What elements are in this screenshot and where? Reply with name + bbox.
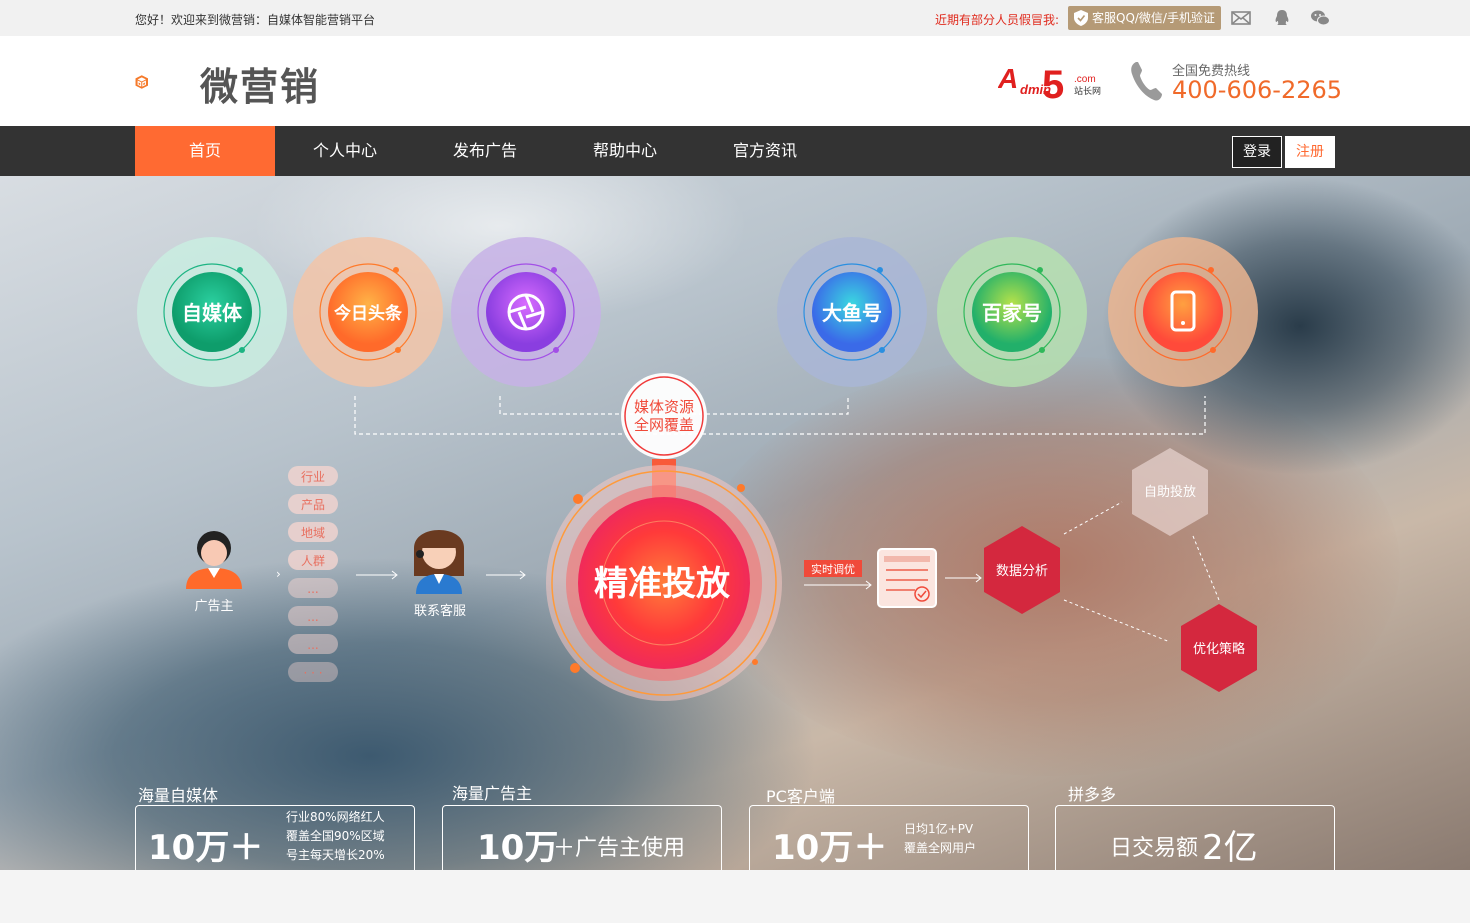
hex-self-service[interactable]: 自助投放 xyxy=(1132,448,1208,536)
hotline-number: 400-606-2265 xyxy=(1172,76,1343,104)
svg-text:5: 5 xyxy=(1042,63,1064,104)
center-label: 精准投放 xyxy=(594,564,730,604)
svg-text:...: ... xyxy=(307,610,318,624)
tag-list: 行业 产品 地域 人群 ... ... ... · · · xyxy=(288,466,338,682)
stat-line: 覆盖全国90%区域 xyxy=(286,829,385,843)
svg-text:自助投放: 自助投放 xyxy=(1144,484,1196,500)
svg-text:›: › xyxy=(276,567,281,581)
nav-item-publish[interactable]: 发布广告 xyxy=(415,126,555,176)
svg-text:A: A xyxy=(998,63,1018,94)
phone-icon xyxy=(1131,62,1162,101)
stat-value-1: 10万＋ xyxy=(148,828,264,868)
verify-button[interactable]: 客服QQ/微信/手机验证 xyxy=(1068,6,1221,30)
nav-item-help[interactable]: 帮助中心 xyxy=(555,126,695,176)
stat-value-2: 10万 xyxy=(477,828,559,868)
svg-text:...: ... xyxy=(307,582,318,596)
platform-dayuhao[interactable]: 大鱼号 xyxy=(777,237,927,387)
verify-label: 客服QQ/微信/手机验证 xyxy=(1092,11,1215,25)
nav-item-news[interactable]: 官方资讯 xyxy=(695,126,835,176)
report-icon xyxy=(877,548,937,608)
svg-text:地域: 地域 xyxy=(301,526,325,540)
stat-box-3: 10万＋ 日均1亿+PV 覆盖全网用户 xyxy=(749,805,1029,870)
register-button[interactable]: 注册 xyxy=(1285,136,1335,168)
service-figure: 联系客服 xyxy=(414,530,466,619)
mail-icon[interactable] xyxy=(1231,8,1251,28)
logo-text[interactable]: 微营销 xyxy=(200,56,320,111)
platform-baijiahao[interactable]: 百家号 xyxy=(937,237,1087,387)
shield-icon xyxy=(1074,10,1088,26)
logo-icon[interactable] xyxy=(135,54,187,110)
stat-box-2: 10万 ＋广告主使用 xyxy=(442,805,722,870)
stat-value-4: 2亿 xyxy=(1202,828,1258,868)
stat-line: 覆盖全网用户 xyxy=(904,841,977,855)
a5-partner-logo[interactable]: A dmin 5 .com 站长网 xyxy=(998,60,1110,104)
nav-item-home[interactable]: 首页 xyxy=(135,126,275,176)
advertiser-figure: 广告主 xyxy=(186,531,242,614)
realtime-label: 实时调优 xyxy=(811,562,855,576)
warning-text: 近期有部分人员假冒我: xyxy=(935,13,1060,27)
hero-banner: 自媒体 今日头条 大鱼号 百家号 媒体资源 全网覆盖 精准投放 广告主 › 行业… xyxy=(0,176,1470,870)
hex-data-analysis[interactable]: 数据分析 xyxy=(984,526,1060,614)
platform-label-baijiahao: 百家号 xyxy=(982,301,1042,325)
svg-text:优化策略: 优化策略 xyxy=(1193,641,1245,657)
stat-label-1: 海量自媒体 xyxy=(138,786,219,805)
stat-box-1: 10万＋ 行业80%网络红人 覆盖全国90%区域 号主每天增长20% xyxy=(135,805,415,870)
svg-text:· · ·: · · · xyxy=(303,666,322,680)
platform-mobile[interactable] xyxy=(1108,237,1258,387)
stat-prefix-4: 日交易额 xyxy=(1110,836,1199,861)
platform-label-dayuhao: 大鱼号 xyxy=(822,301,882,325)
a5-com: .com xyxy=(1074,74,1096,85)
platform-label-toutiao: 今日头条 xyxy=(334,303,403,324)
stat-line: 号主每天增长20% xyxy=(286,848,385,862)
hex-optimize[interactable]: 优化策略 xyxy=(1181,604,1257,692)
service-label: 联系客服 xyxy=(414,603,466,619)
svg-text:人群: 人群 xyxy=(301,554,325,568)
platform-toutiao[interactable]: 今日头条 xyxy=(293,237,443,387)
stat-suffix-2: ＋广告主使用 xyxy=(553,836,686,861)
welcome-text: 您好！欢迎来到微营销：自媒体智能营销平台 xyxy=(135,13,376,27)
stat-line: 行业80%网络红人 xyxy=(286,810,385,824)
hub-label-2: 全网覆盖 xyxy=(634,416,694,434)
stat-label-3: PC客户端 xyxy=(766,787,835,806)
login-button[interactable]: 登录 xyxy=(1232,136,1282,168)
hub-label-1: 媒体资源 xyxy=(634,398,694,416)
nav-item-personal[interactable]: 个人中心 xyxy=(275,126,415,176)
platform-camera[interactable] xyxy=(451,237,601,387)
qq-icon[interactable] xyxy=(1272,8,1292,28)
stat-label-4: 拼多多 xyxy=(1068,785,1117,804)
hero-diagram: 自媒体 今日头条 大鱼号 百家号 媒体资源 全网覆盖 精准投放 广告主 › 行业… xyxy=(137,237,1258,701)
stat-value-3: 10万＋ xyxy=(772,828,888,868)
top-bar: 您好！欢迎来到微营销：自媒体智能营销平台 近期有部分人员假冒我: 客服QQ/微信… xyxy=(0,0,1470,36)
stat-line: 日均1亿+PV xyxy=(904,822,974,836)
stat-box-4: 日交易额 2亿 xyxy=(1055,805,1335,870)
a5-name: 站长网 xyxy=(1074,85,1101,97)
wechat-icon[interactable] xyxy=(1310,8,1330,28)
svg-text:行业: 行业 xyxy=(301,470,325,484)
svg-text:...: ... xyxy=(307,638,318,652)
stat-label-2: 海量广告主 xyxy=(452,784,533,803)
platform-zimeiti[interactable]: 自媒体 xyxy=(137,237,287,387)
svg-text:产品: 产品 xyxy=(301,498,325,512)
platform-label-zimeiti: 自媒体 xyxy=(182,301,243,325)
advertiser-label: 广告主 xyxy=(194,599,233,614)
svg-text:数据分析: 数据分析 xyxy=(996,564,1048,579)
